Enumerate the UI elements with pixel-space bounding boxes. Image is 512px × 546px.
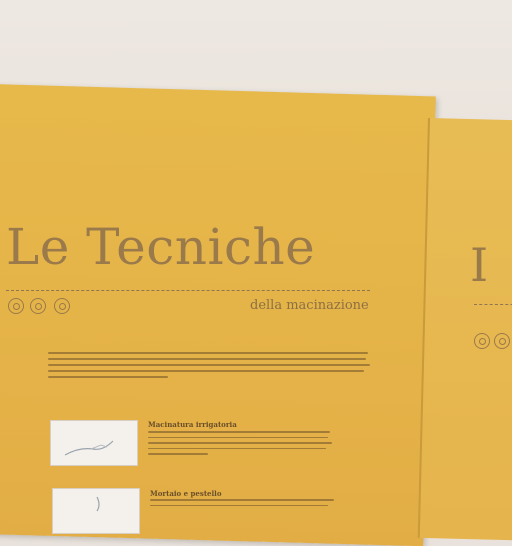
circle-icon	[474, 333, 490, 349]
circle-icon	[8, 298, 24, 314]
entry-heading: Macinatura irrigatoria	[148, 420, 237, 429]
entry-heading: Mortaio e pestello	[150, 489, 222, 498]
entry-image	[50, 420, 138, 466]
adjacent-panel-title: I	[470, 238, 489, 292]
intro-paragraph	[48, 352, 370, 382]
panel-subtitle: della macinazione	[250, 298, 369, 313]
decorative-circles	[8, 298, 88, 318]
title-divider	[6, 290, 370, 291]
adjacent-decorative-circles	[474, 333, 512, 351]
adjacent-exhibit-panel	[417, 118, 512, 541]
adjacent-title-divider	[474, 304, 512, 305]
entry-body	[150, 499, 334, 510]
circle-icon	[54, 298, 70, 314]
circle-icon	[30, 298, 46, 314]
entry-image	[52, 488, 140, 534]
panel-title: Le Tecniche	[6, 218, 316, 276]
circle-icon	[494, 333, 510, 349]
entry-body	[148, 431, 332, 459]
